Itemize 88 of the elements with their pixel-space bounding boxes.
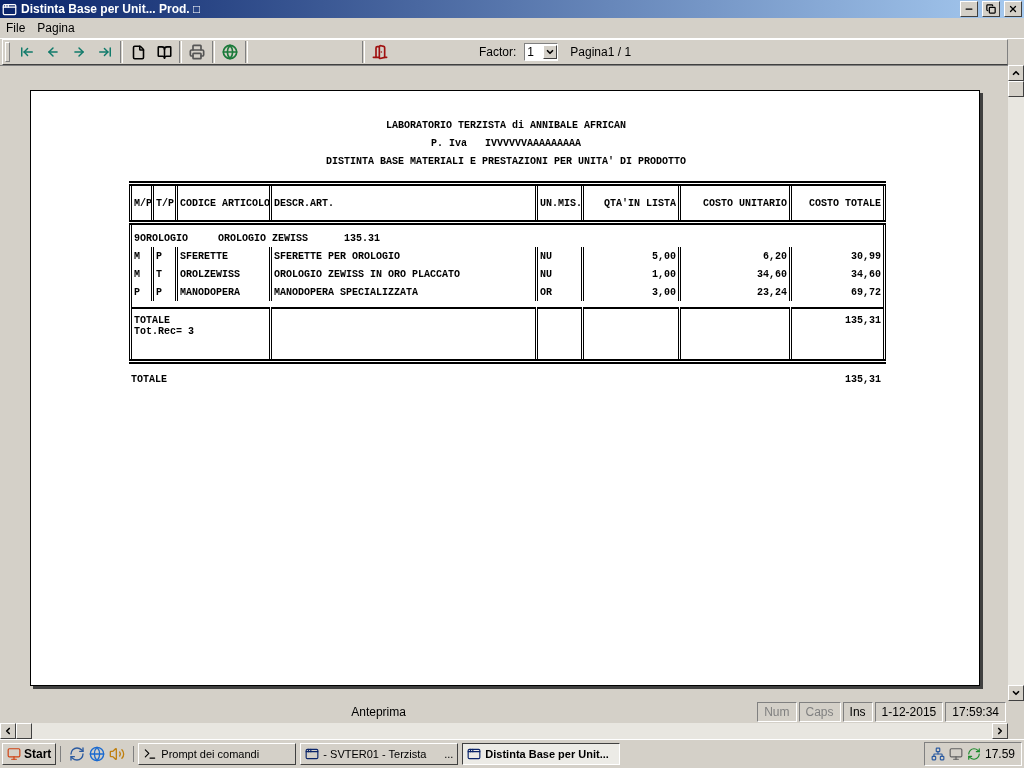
status-indicator: Ins: [842, 702, 873, 722]
table-cell: 6,20: [679, 247, 791, 265]
menu-item[interactable]: File: [0, 21, 32, 35]
printer-icon: [189, 44, 205, 60]
window-icon: [305, 747, 320, 761]
table-cell: MANODOPERA SPECIALIZZATA: [270, 283, 537, 301]
table-cell: MANODOPERA: [176, 283, 271, 301]
status-time: 17:59:34: [945, 702, 1006, 722]
record-count: Tot.Rec= 3: [134, 326, 194, 337]
refresh-icon[interactable]: [69, 746, 86, 762]
table-cell: M: [130, 265, 153, 283]
minimize-button[interactable]: [960, 1, 978, 17]
factor-dropdown[interactable]: 1: [524, 43, 559, 61]
total-value: 135,31: [845, 315, 881, 326]
table-cell: P: [152, 247, 177, 265]
table-cell: NU: [536, 247, 583, 265]
table-cell: SFERETTE PER OROLOGIO: [270, 247, 537, 265]
scroll-thumb[interactable]: [16, 723, 32, 739]
window-icon: [467, 747, 482, 761]
door-icon: [372, 44, 388, 60]
restore-button[interactable]: [982, 1, 1000, 17]
browser-icon[interactable]: [89, 746, 106, 762]
network-icon[interactable]: [930, 747, 945, 761]
column-header: T/P: [152, 183, 177, 223]
taskbar-button[interactable]: Distinta Base per Unit...: [462, 743, 621, 765]
close-icon: [1008, 4, 1018, 14]
vertical-scrollbar[interactable]: [1008, 65, 1024, 701]
window-title: Distinta Base per Unit... Prod. □: [21, 2, 202, 16]
taskbar-button[interactable]: Prompt dei comandi: [138, 743, 297, 765]
status-indicator: Num: [757, 702, 797, 722]
status-date: 1-12-2015: [874, 702, 944, 722]
column-header: CODICE ARTICOLO: [176, 183, 271, 223]
clock: 17.59: [984, 747, 1015, 761]
factor-label: Factor:: [479, 45, 517, 59]
column-header: M/P: [130, 183, 153, 223]
page-icon: [130, 44, 146, 60]
table-cell: 5,00: [582, 247, 680, 265]
grand-total-value: 135,31: [845, 374, 881, 385]
table-cell: OROLZEWISS: [176, 265, 271, 283]
grand-total-label: TOTALE: [131, 374, 167, 385]
taskbar-button[interactable]: - SVTER01 - Terzista ...: [300, 743, 459, 765]
scroll-up-icon: [1011, 68, 1021, 78]
column-header: COSTO TOTALE: [790, 183, 885, 223]
table-cell: 69,72: [790, 283, 885, 301]
group-line: 9OROLOGIO OROLOGIO ZEWISS 135.31: [130, 222, 885, 247]
table-cell: 23,24: [679, 283, 791, 301]
last-arrow-icon: [98, 45, 112, 59]
table-cell: 3,00: [582, 283, 680, 301]
report-heading: LABORATORIO TERZISTA di ANNIBALE AFRICAN: [385, 119, 626, 133]
close-button[interactable]: [1004, 1, 1022, 17]
monitor-icon[interactable]: [948, 747, 963, 761]
right-arrow-icon: [72, 45, 86, 59]
first-arrow-icon: [20, 45, 34, 59]
menu-item[interactable]: Pagina: [31, 21, 81, 35]
scroll-thumb[interactable]: [1008, 81, 1024, 97]
scroll-left-icon: [3, 726, 13, 736]
column-header: UN.MIS.: [536, 183, 583, 223]
sync-icon[interactable]: [966, 747, 981, 761]
column-header: QTA'IN LISTA: [582, 183, 680, 223]
table-cell: 1,00: [582, 265, 680, 283]
table-cell: P: [130, 283, 153, 301]
table-cell: P: [152, 283, 177, 301]
table-cell: 30,99: [790, 247, 885, 265]
start-button[interactable]: Start: [2, 743, 57, 765]
total-label: TOTALE: [134, 315, 170, 326]
table-cell: 34,60: [679, 265, 791, 283]
horizontal-scrollbar[interactable]: [0, 723, 1008, 739]
table-cell: NU: [536, 265, 583, 283]
report-heading: DISTINTA BASE MATERIALI E PRESTAZIONI PER UNITA' DI PRODOTTO: [325, 155, 687, 169]
table-cell: SFERETTE: [176, 247, 271, 265]
table-cell: 34,60: [790, 265, 885, 283]
status-message: Anteprima: [350, 705, 407, 719]
scroll-right-icon: [995, 726, 1005, 736]
book-icon: [156, 44, 172, 60]
column-header: COSTO UNITARIO: [679, 183, 791, 223]
table-cell: OR: [536, 283, 583, 301]
status-indicator: Caps: [798, 702, 841, 722]
column-header: DESCR.ART.: [270, 183, 537, 223]
scroll-down-icon: [1011, 688, 1021, 698]
window-icon: [2, 1, 17, 17]
table-cell: T: [152, 265, 177, 283]
console-icon: [143, 747, 158, 761]
report-heading: P. Iva IVVVVVVAAAAAAAAA: [431, 137, 581, 151]
page-indicator: Pagina1 / 1: [570, 45, 632, 59]
globe-icon: [222, 44, 238, 60]
table-cell: OROLOGIO ZEWISS IN ORO PLACCATO: [270, 265, 537, 283]
restore-icon: [986, 4, 996, 14]
table-cell: M: [130, 247, 153, 265]
